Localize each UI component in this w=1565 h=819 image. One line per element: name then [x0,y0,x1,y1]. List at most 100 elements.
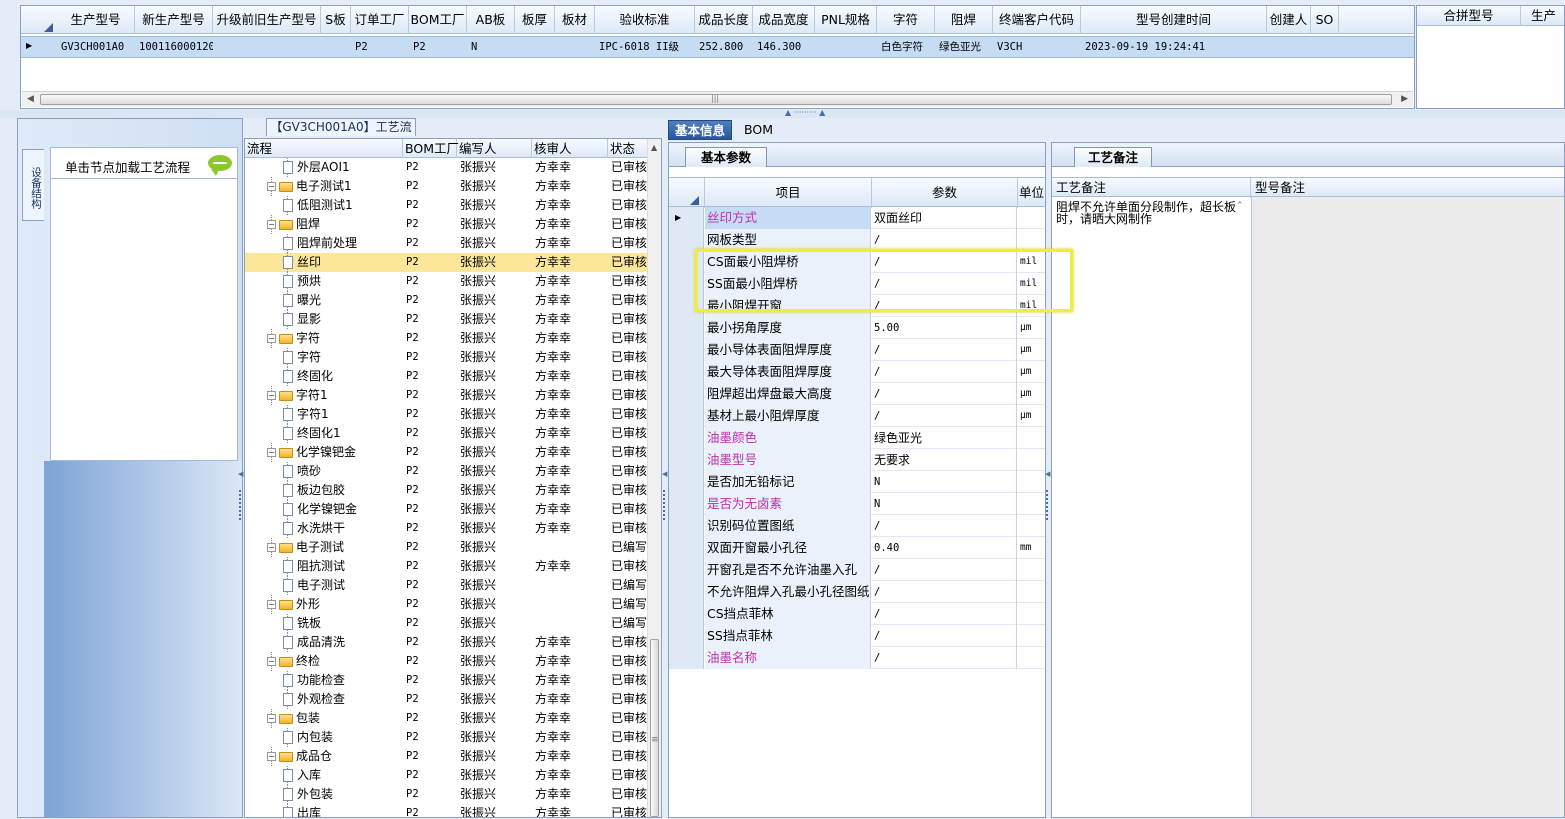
param-value[interactable]: N [872,471,1017,493]
horizontal-splitter[interactable]: ▲ ········· ▲ [0,108,1565,118]
col-header-reviewer[interactable]: 核审人 [532,139,608,158]
param-row[interactable]: 阻焊超出焊盘最大高度 / μm [669,383,1045,405]
table-cell[interactable]: P2 [409,37,467,57]
col-header[interactable]: AB板 [467,6,515,34]
tree-row[interactable]: − 电子测试 P2 张振兴 已编写 [245,538,649,557]
tree-row[interactable]: − 外形 P2 张振兴 已编写 [245,595,649,614]
table-row[interactable]: ▶ GV3CH001A010011600012048P2P2NIPC-6018 … [21,36,1414,58]
col-header[interactable]: 阻焊 [935,6,993,34]
tree-row[interactable]: 电子测试 P2 张振兴 已编写 [245,576,649,595]
collapse-icon[interactable]: − [267,752,276,761]
tree-row[interactable]: 入库 P2 张振兴 方幸幸 已审核 [245,766,649,785]
collapse-left-icon[interactable]: ◀ [662,470,667,478]
table-cell[interactable] [1311,37,1339,57]
col-header[interactable]: 创建人 [1267,6,1311,34]
col-header-author[interactable]: 编写人 [457,139,532,158]
table-cell[interactable] [515,37,555,57]
col-header[interactable]: 板厚 [515,6,555,34]
col-header-model-remark[interactable]: 型号备注 [1251,178,1564,198]
param-row[interactable]: 最小拐角厚度 5.00 μm [669,317,1045,339]
col-header[interactable]: 终端客户代码 [993,6,1081,34]
tree-row[interactable]: 终固化 P2 张振兴 方幸幸 已审核 [245,367,649,386]
col-header[interactable]: 新生产型号 [135,6,213,34]
col-header-status[interactable]: 状态 [608,139,650,158]
param-value[interactable]: 双面丝印 [872,207,1017,229]
col-header[interactable]: BOM工厂 [409,6,467,34]
param-value[interactable]: 5.00 [872,317,1017,339]
param-value[interactable]: / [872,559,1017,581]
scroll-left-icon[interactable]: ◀ [27,94,34,104]
scroll-thumb[interactable]: ||| [40,94,1392,105]
param-row[interactable]: 油墨名称 / [669,647,1045,669]
param-row[interactable]: 开窗孔是否不允许油墨入孔 / [669,559,1045,581]
collapse-icon[interactable]: − [267,334,276,343]
tree-row[interactable]: 外层AOI1 P2 张振兴 方幸幸 已审核 [245,158,649,177]
param-row[interactable]: 基材上最小阻焊厚度 / μm [669,405,1045,427]
table-cell[interactable]: 10011600012048 [135,37,213,57]
load-process-hint[interactable]: 单击节点加载工艺流程 [50,147,238,179]
table-cell[interactable]: 146.300 [753,37,815,57]
col-header[interactable]: 型号创建时间 [1081,6,1267,34]
tree-row[interactable]: 出库 P2 张振兴 方幸幸 已审核 [245,804,649,817]
tree-row[interactable]: 水洗烘干 P2 张振兴 方幸幸 已审核 [245,519,649,538]
param-value[interactable]: / [872,383,1017,405]
col-header[interactable]: 板材 [555,6,595,34]
param-row[interactable]: 最小导体表面阻焊厚度 / μm [669,339,1045,361]
param-value[interactable]: / [872,581,1017,603]
vertical-splitter[interactable]: ◀ [1045,470,1050,540]
col-header[interactable]: 升级前旧生产型号 [213,6,321,34]
vertical-splitter[interactable]: ◀ [238,470,243,540]
param-value[interactable]: N [872,493,1017,515]
chat-bubble-icon[interactable] [208,155,232,176]
col-header[interactable]: 字符 [877,6,935,34]
param-value[interactable]: / [872,405,1017,427]
param-value[interactable]: / [872,339,1017,361]
col-header[interactable]: S板 [321,6,351,34]
tree-row[interactable]: 显影 P2 张振兴 方幸幸 已审核 [245,310,649,329]
col-header-bom[interactable]: BOM工厂 [403,139,459,158]
col-header-item[interactable]: 项目 [705,178,872,208]
horizontal-scrollbar[interactable]: ◀ ||| ▶ [22,91,1413,107]
col-header[interactable]: 订单工厂 [351,6,409,34]
tab-basic-info[interactable]: 基本信息 [668,120,733,140]
param-row[interactable]: SS挡点菲林 / [669,625,1045,647]
param-row[interactable]: 最大导体表面阻焊厚度 / μm [669,361,1045,383]
table-cell[interactable] [1267,37,1311,57]
tree-row[interactable]: 铣板 P2 张振兴 已编写 [245,614,649,633]
tree-row[interactable]: 化学镍钯金 P2 张振兴 方幸幸 已审核 [245,500,649,519]
param-value[interactable]: / [872,229,1017,251]
tree-row[interactable]: 内包装 P2 张振兴 方幸幸 已审核 [245,728,649,747]
param-row[interactable]: 双面开窗最小孔径 0.40 mm [669,537,1045,559]
collapse-icon[interactable]: − [267,182,276,191]
tree-row[interactable]: 喷砂 P2 张振兴 方幸幸 已审核 [245,462,649,481]
col-header[interactable]: 验收标准 [595,6,695,34]
table-cell[interactable] [321,37,351,57]
param-row[interactable]: 识别码位置图纸 / [669,515,1045,537]
process-remark-text[interactable]: 阻焊不允许单面分段制作，超长板时，请晒大网制作 [1056,201,1236,225]
table-cell[interactable]: V3CH [993,37,1081,57]
collapse-icon[interactable]: − [267,714,276,723]
tree-row[interactable]: 曝光 P2 张振兴 方幸幸 已审核 [245,291,649,310]
param-value[interactable]: / [872,625,1017,647]
col-header[interactable]: 成品宽度 [753,6,815,34]
table-cell[interactable] [555,37,595,57]
col-header[interactable]: 生产 [1521,6,1565,26]
tree-row[interactable]: − 终检 P2 张振兴 方幸幸 已审核 [245,652,649,671]
scroll-up-icon[interactable]: ▲ [651,143,657,152]
col-header-process-remark[interactable]: 工艺备注 [1052,178,1251,198]
collapse-icon[interactable]: − [267,600,276,609]
collapse-icon[interactable]: − [267,657,276,666]
splitter-grip-icon[interactable]: ▲ ········· ▲ [785,108,825,117]
tree-row[interactable]: − 字符 P2 张振兴 方幸幸 已审核 [245,329,649,348]
col-header[interactable]: 合拼型号 [1417,6,1521,26]
tree-row[interactable]: 终固化1 P2 张振兴 方幸幸 已审核 [245,424,649,443]
tree-row[interactable]: 功能检查 P2 张振兴 方幸幸 已审核 [245,671,649,690]
tree-row[interactable]: − 阻焊 P2 张振兴 方幸幸 已审核 [245,215,649,234]
collapse-icon[interactable]: − [267,391,276,400]
tree-row[interactable]: − 成品仓 P2 张振兴 方幸幸 已审核 [245,747,649,766]
param-value[interactable]: 无要求 [872,449,1017,471]
tab-device-structure[interactable]: 设备结构 [22,149,44,221]
param-row[interactable]: CS挡点菲林 / [669,603,1045,625]
param-value[interactable]: / [872,361,1017,383]
tree-row[interactable]: 成品清洗 P2 张振兴 方幸幸 已审核 [245,633,649,652]
